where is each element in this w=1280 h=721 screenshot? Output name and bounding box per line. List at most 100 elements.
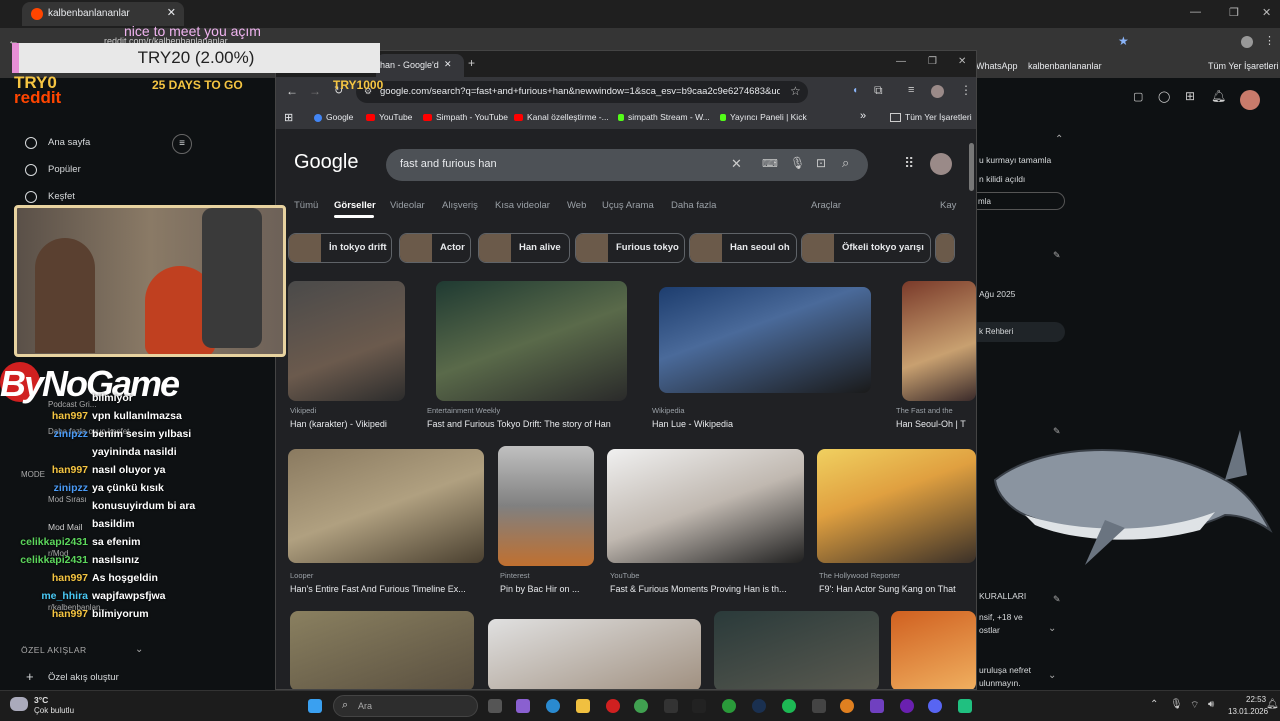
start-icon[interactable] (308, 699, 322, 713)
image-result[interactable] (288, 281, 405, 401)
result-caption[interactable]: Fast & Furious Moments Proving Han is th… (610, 584, 805, 594)
saved-button[interactable]: Kay (940, 200, 956, 211)
maximize-icon[interactable]: ❐ (1229, 6, 1239, 19)
sidebar-item-explore[interactable]: Keşfet (48, 191, 75, 202)
maximize-icon[interactable]: ❐ (928, 56, 937, 67)
tab-videos[interactable]: Videolar (390, 200, 425, 211)
sidebar-item-popular[interactable]: Popüler (48, 164, 81, 175)
bookmark-google[interactable]: Google (314, 112, 353, 122)
image-result[interactable] (436, 281, 627, 401)
chip-tokyo-drift[interactable]: İn tokyo drift (288, 233, 392, 263)
image-result[interactable] (891, 611, 976, 689)
mic-icon[interactable]: 🎙︎ (1170, 699, 1183, 710)
menu-dots-icon[interactable]: ⋮ (960, 83, 972, 97)
image-result[interactable] (488, 619, 701, 689)
extension-icon[interactable]: ◖ (852, 85, 858, 96)
bookmark-youtube[interactable]: YouTube (366, 112, 412, 122)
edit-pencil-icon[interactable]: ✎ (1053, 594, 1061, 605)
image-result[interactable] (498, 446, 594, 566)
epic-games-icon[interactable] (664, 699, 678, 713)
complete-button[interactable]: mla (969, 192, 1065, 210)
search-icon[interactable]: ⌕ (842, 155, 849, 171)
clear-icon[interactable]: ✕ (731, 156, 742, 172)
google-apps-icon[interactable]: ⠿ (904, 155, 914, 172)
custom-feeds-heading[interactable]: ÖZEL AKIŞLAR (21, 645, 87, 655)
chip-actor[interactable]: Actor (399, 233, 471, 263)
tab-images[interactable]: Görseller (334, 200, 376, 211)
chevron-down-icon[interactable]: ⌄ (1048, 670, 1056, 681)
bookmark-all[interactable]: Tüm Yer İşaretleri (890, 112, 972, 123)
weather-temp[interactable]: 3°C (34, 695, 48, 705)
collapse-menu-icon[interactable]: ≡ (172, 134, 192, 154)
close-tab-icon[interactable]: ✕ (444, 59, 452, 70)
chip-partial[interactable] (935, 233, 955, 263)
clock-time[interactable]: 22:53 (1246, 695, 1266, 704)
close-tab-icon[interactable]: ✕ (167, 6, 176, 19)
volume-icon[interactable]: 🔊︎ (1208, 699, 1214, 710)
image-result[interactable] (288, 449, 484, 563)
bookmark-subreddit[interactable]: kalbenbanlananlar (1028, 61, 1102, 71)
lens-icon[interactable]: ⊡ (816, 156, 826, 170)
create-custom-feed[interactable]: Özel akış oluştur (48, 672, 119, 683)
tools-button[interactable]: Araçlar (811, 200, 841, 211)
tab-more[interactable]: Daha fazla (671, 200, 716, 211)
weather-desc[interactable]: Çok bulutlu (34, 706, 74, 715)
tab-shopping[interactable]: Alışveriş (442, 200, 478, 211)
profile-avatar[interactable] (931, 85, 944, 98)
search-query[interactable]: fast and furious han (400, 158, 497, 170)
image-result[interactable] (902, 281, 976, 401)
edit-pencil-icon[interactable]: ✎ (1053, 250, 1061, 261)
menu-dots-icon[interactable]: ⋮ (1264, 34, 1275, 47)
media-control-icon[interactable]: ≡ (908, 84, 914, 96)
discord-icon[interactable] (928, 699, 942, 713)
apps-grid-icon[interactable]: ⊞ (284, 111, 293, 124)
close-window-icon[interactable]: ✕ (1262, 6, 1271, 19)
front-url[interactable]: google.com/search?q=fast+and+furious+han… (380, 86, 780, 97)
app-icon[interactable] (840, 699, 854, 713)
create-post-icon[interactable]: ⊞ (1185, 89, 1195, 103)
minimize-icon[interactable]: — (896, 56, 906, 67)
amazon-icon[interactable] (692, 699, 706, 713)
obs-icon[interactable] (900, 699, 914, 713)
sidebar-mod-queue[interactable]: Mod Sırası (48, 495, 87, 504)
result-caption[interactable]: F9': Han Actor Sung Kang on That (819, 584, 976, 594)
extensions-puzzle-icon[interactable]: ⧉ (874, 83, 883, 98)
chat-icon[interactable]: ▢ (1133, 90, 1143, 103)
file-explorer-icon[interactable] (576, 699, 590, 713)
chevron-up-icon[interactable]: ⌃ (1055, 134, 1063, 145)
steam-icon[interactable] (752, 699, 766, 713)
google-account-avatar[interactable] (930, 153, 952, 175)
tray-chevron-icon[interactable]: ⌃ (1150, 699, 1158, 710)
keyboard-icon[interactable]: ⌨ (762, 157, 778, 170)
tab-flights[interactable]: Uçuş Arama (602, 200, 654, 211)
chip-furious-tokyo[interactable]: Furious tokyo (575, 233, 685, 263)
bookmark-all[interactable]: Tüm Yer İşaretleri (1208, 61, 1279, 71)
message-icon[interactable]: ◯ (1158, 90, 1170, 103)
user-avatar[interactable] (1240, 90, 1260, 110)
chevron-down-icon[interactable]: ⌄ (135, 644, 143, 655)
tab-all[interactable]: Tümü (294, 200, 318, 211)
chip-furious-tokyo-race[interactable]: Öfkeli tokyo yarışı (801, 233, 931, 263)
chip-han-seoul-oh[interactable]: Han seoul oh (689, 233, 797, 263)
copilot-icon[interactable] (516, 699, 530, 713)
google-search-box[interactable]: fast and furious han ✕ ⌨ 🎙︎ ⊡ ⌕ (386, 149, 868, 181)
task-view-icon[interactable] (488, 699, 502, 713)
new-tab-icon[interactable]: + (468, 56, 475, 70)
back-arrow-icon[interactable]: ← (286, 84, 298, 98)
more-bookmarks-icon[interactable]: » (860, 110, 866, 122)
sidebar-item-home[interactable]: Ana sayfa (48, 137, 90, 148)
notifications-icon[interactable]: 🔔︎ (1266, 699, 1279, 710)
xbox-icon[interactable] (722, 699, 736, 713)
image-result[interactable] (290, 611, 474, 689)
mic-icon[interactable]: 🎙︎ (790, 156, 805, 170)
spotify-icon[interactable] (782, 699, 796, 713)
omnibox[interactable]: ⚙ google.com/search?q=fast+and+furious+h… (356, 81, 808, 103)
bookmark-whatsapp[interactable]: WhatsApp (976, 61, 1018, 71)
close-window-icon[interactable]: ✕ (958, 56, 966, 67)
image-result[interactable] (714, 611, 879, 689)
image-result[interactable] (607, 449, 804, 563)
chip-han-alive[interactable]: Han alive (478, 233, 570, 263)
scrollbar-thumb[interactable] (969, 143, 974, 191)
front-browser-tab[interactable]: han - Google'd ✕ (376, 54, 464, 77)
bookmark-kick-panel[interactable]: Yayıncı Paneli | Kick (720, 112, 807, 122)
